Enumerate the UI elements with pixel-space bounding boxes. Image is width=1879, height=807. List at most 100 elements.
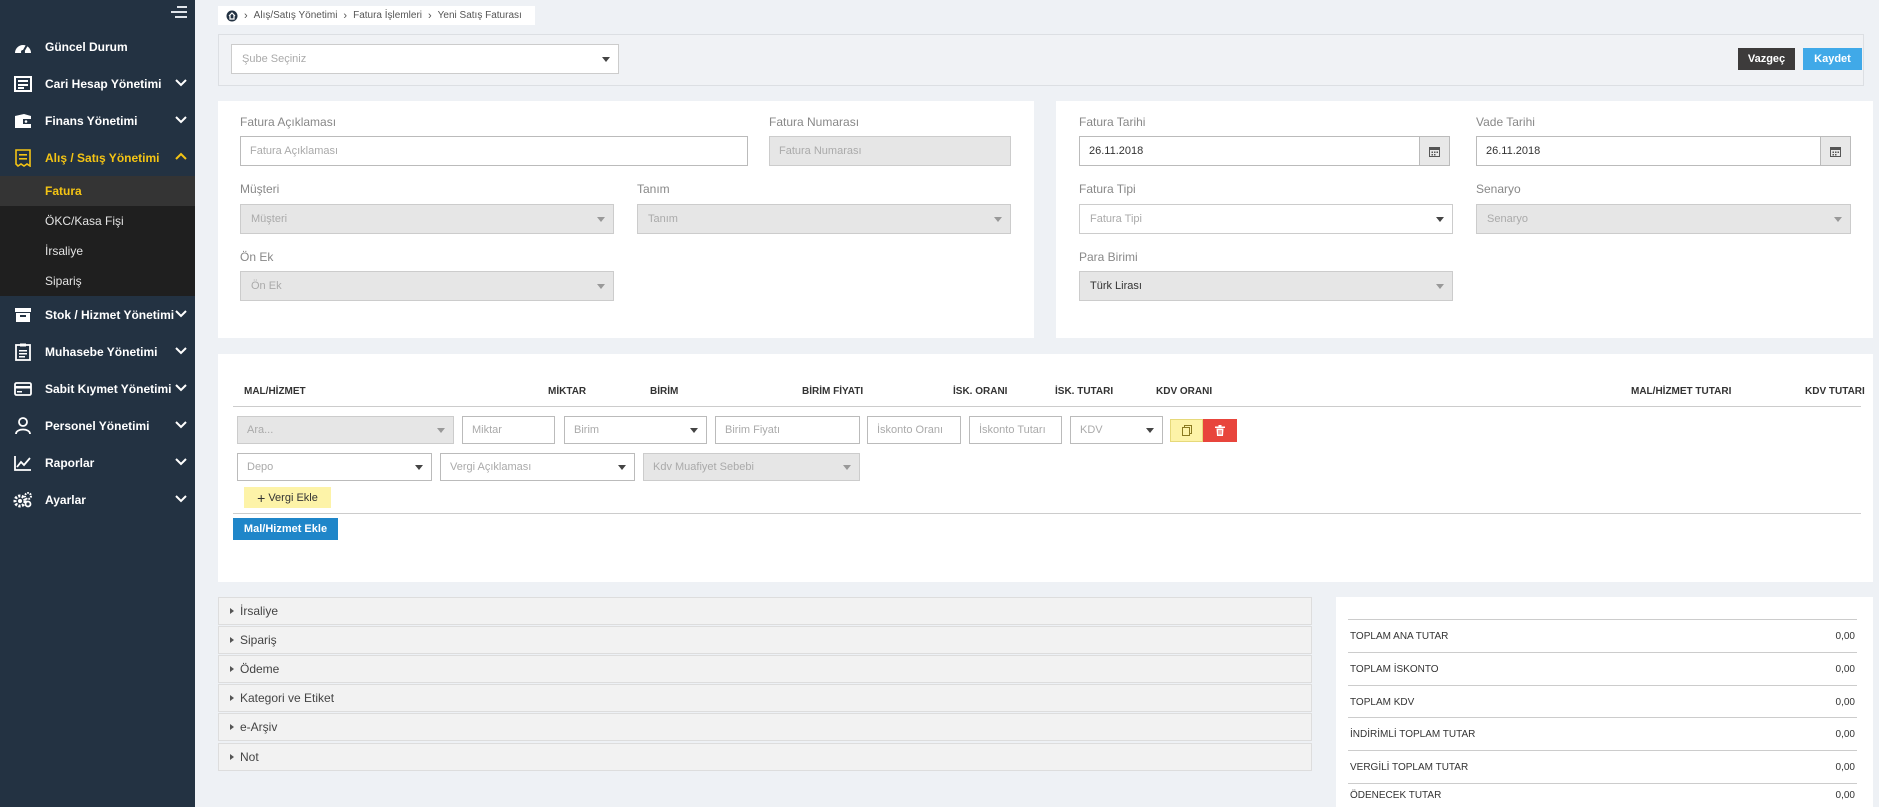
chevron-down-icon (175, 347, 187, 355)
sidebar-item-label: Personel Yönetimi (45, 418, 150, 433)
sidebar-item-stok-hizmet[interactable]: Stok / Hizmet Yönetimi (0, 296, 195, 333)
invoice-type-select[interactable]: Fatura Tipi (1079, 204, 1453, 234)
caret-down-icon (618, 465, 626, 470)
save-button[interactable]: Kaydet (1803, 48, 1862, 70)
scenario-label: Senaryo (1476, 182, 1521, 196)
vat-exemption-select[interactable]: Kdv Muafiyet Sebebi (643, 453, 860, 481)
quantity-input[interactable]: Miktar (462, 416, 555, 444)
col-header-quantity: MİKTAR (548, 386, 587, 397)
total-row: ÖDENECEK TUTAR 0,00 (1348, 783, 1857, 807)
dashboard-icon (12, 37, 34, 57)
currency-select[interactable]: Türk Lirası (1079, 271, 1453, 301)
breadcrumb-item[interactable]: Alış/Satış Yönetimi (254, 10, 338, 21)
currency-label: Para Birimi (1079, 250, 1138, 264)
prefix-select[interactable]: Ön Ek (240, 271, 614, 301)
sidebar-item-muhasebe[interactable]: Muhasebe Yönetimi (0, 333, 195, 370)
home-icon[interactable] (226, 10, 238, 22)
submenu-alis-satis: Fatura ÖKC/Kasa Fişi İrsaliye Sipariş (0, 176, 195, 296)
col-header-unit-price: BİRİM FİYATI (802, 386, 864, 397)
accordion-not[interactable]: Not (218, 743, 1312, 771)
invoice-date-input[interactable]: 26.11.2018 (1079, 136, 1450, 166)
sidebar-item-label: Raporlar (45, 455, 95, 470)
sidebar-item-finans[interactable]: Finans Yönetimi (0, 102, 195, 139)
accordion-label: Kategori ve Etiket (240, 691, 335, 705)
add-tax-button[interactable]: + Vergi Ekle (244, 487, 331, 508)
customer-label: Müşteri (240, 182, 280, 196)
sidebar-item-label: Ayarlar (45, 492, 86, 507)
unit-price-input[interactable]: Birim Fiyatı (715, 416, 860, 444)
chevron-down-icon (175, 79, 187, 87)
scenario-select[interactable]: Senaryo (1476, 204, 1851, 234)
accordion-irsaliye[interactable]: İrsaliye (218, 597, 1312, 625)
breadcrumb-item-current: Yeni Satış Faturası (437, 10, 522, 21)
breadcrumb-item[interactable]: Fatura İşlemleri (353, 10, 422, 21)
sidebar-item-alis-satis[interactable]: Alış / Satış Yönetimi (0, 139, 195, 176)
caret-down-icon (994, 217, 1002, 222)
accordion-e-arsiv[interactable]: e-Arşiv (218, 713, 1312, 741)
sidebar-item-raporlar[interactable]: Raporlar (0, 444, 195, 481)
delete-row-button[interactable] (1203, 419, 1237, 442)
caret-down-icon (415, 465, 423, 470)
item-search-select[interactable]: Ara... (237, 416, 454, 444)
unit-select[interactable]: Birim (564, 416, 707, 444)
prefix-placeholder: Ön Ek (251, 280, 282, 292)
card-icon (12, 379, 34, 399)
invoice-date-label: Fatura Tarihi (1079, 115, 1146, 129)
sidebar-item-personel[interactable]: Personel Yönetimi (0, 407, 195, 444)
unit-price-placeholder: Birim Fiyatı (725, 424, 780, 436)
discount-rate-input[interactable]: İskonto Oranı (867, 416, 961, 444)
accordion-kategori-etiket[interactable]: Kategori ve Etiket (218, 684, 1312, 712)
sidebar-item-cari-hesap[interactable]: Cari Hesap Yönetimi (0, 65, 195, 102)
accordion-odeme[interactable]: Ödeme (218, 655, 1312, 683)
sidebar-item-ayarlar[interactable]: Ayarlar (0, 481, 195, 518)
submenu-item-siparis[interactable]: Sipariş (0, 266, 195, 296)
sidebar-item-guncel-durum[interactable]: Güncel Durum (0, 28, 195, 65)
sidebar-item-sabit-kiymet[interactable]: Sabit Kıymet Yönetimi (0, 370, 195, 407)
col-header-vat-total: KDV TUTARI (1805, 386, 1865, 397)
description-input[interactable]: Fatura Açıklaması (240, 136, 748, 166)
accordion-label: e-Arşiv (240, 720, 278, 734)
caret-down-icon (1834, 217, 1842, 222)
tax-description-select[interactable]: Vergi Açıklaması (440, 453, 635, 481)
sidebar-item-label: Muhasebe Yönetimi (45, 344, 158, 359)
plus-icon: + (257, 489, 266, 506)
definition-select[interactable]: Tanım (637, 204, 1011, 234)
caret-right-icon (230, 637, 234, 643)
depot-select[interactable]: Depo (237, 453, 432, 481)
menu-toggle-icon[interactable] (171, 6, 187, 20)
discount-amount-input[interactable]: İskonto Tutarı (969, 416, 1062, 444)
add-item-button[interactable]: Mal/Hizmet Ekle (233, 518, 338, 540)
invoice-date-value: 26.11.2018 (1089, 145, 1144, 157)
finance-icon (12, 111, 34, 131)
cancel-button[interactable]: Vazgeç (1738, 48, 1795, 70)
clipboard-icon (12, 342, 34, 362)
accordion-label: Ödeme (240, 662, 280, 676)
submenu-item-irsaliye[interactable]: İrsaliye (0, 236, 195, 266)
invoice-type-placeholder: Fatura Tipi (1090, 213, 1142, 225)
description-label: Fatura Açıklaması (240, 115, 337, 129)
accordion-label: Not (240, 750, 259, 764)
accordion-siparis[interactable]: Sipariş (218, 626, 1312, 654)
calendar-icon[interactable] (1419, 137, 1449, 165)
trash-icon (1215, 425, 1225, 436)
invoice-number-input: Fatura Numarası (769, 136, 1011, 166)
depot-placeholder: Depo (247, 461, 274, 473)
total-value: 0,00 (1835, 663, 1855, 675)
sidebar-item-label: Cari Hesap Yönetimi (45, 76, 162, 91)
vat-select[interactable]: KDV (1070, 416, 1163, 444)
branch-select[interactable]: Şube Seçiniz (231, 44, 619, 74)
quantity-placeholder: Miktar (472, 424, 502, 436)
submenu-item-okc-kasa-fisi[interactable]: ÖKC/Kasa Fişi (0, 206, 195, 236)
sidebar-item-label: Alış / Satış Yönetimi (45, 150, 160, 165)
chevron-down-icon (175, 458, 187, 466)
customer-select[interactable]: Müşteri (240, 204, 614, 234)
col-header-vat-rate: KDV ORANI (1156, 386, 1213, 397)
calendar-icon[interactable] (1820, 137, 1850, 165)
currency-value: Türk Lirası (1090, 280, 1142, 292)
due-date-input[interactable]: 26.11.2018 (1476, 136, 1851, 166)
invoice-number-placeholder: Fatura Numarası (779, 145, 862, 157)
submenu-item-fatura[interactable]: Fatura (0, 176, 195, 206)
copy-row-button[interactable] (1170, 419, 1203, 442)
sidebar-item-label: Finans Yönetimi (45, 113, 138, 128)
description-placeholder: Fatura Açıklaması (250, 145, 339, 157)
